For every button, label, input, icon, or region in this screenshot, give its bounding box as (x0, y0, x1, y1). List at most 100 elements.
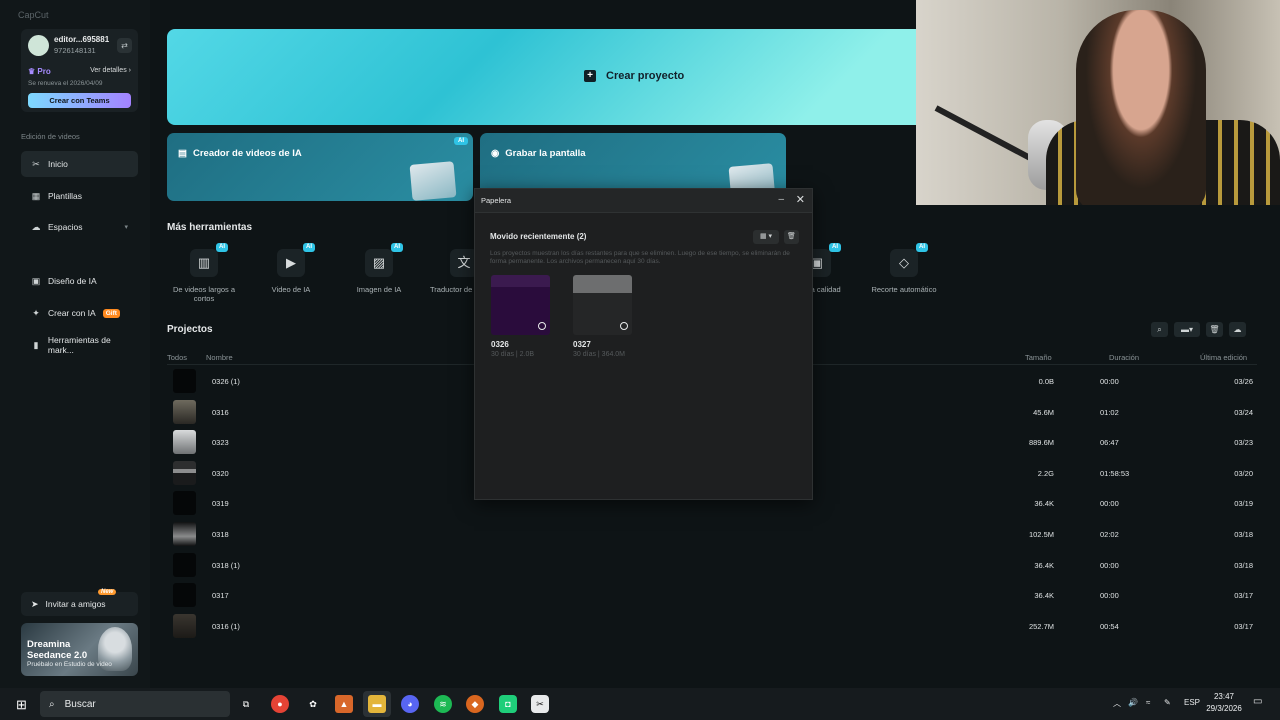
view-details-link[interactable]: Ver detalles › (90, 67, 131, 74)
avatar[interactable] (28, 35, 49, 56)
project-duration: 01:58:53 (1100, 468, 1130, 478)
volume-icon[interactable]: 🔊 (1128, 698, 1138, 707)
table-row[interactable]: 0318 102.5M 02:02 03/18 (167, 519, 1257, 549)
dreamina-promo-banner[interactable]: Dreamina Seedance 2.0 Pruébalo en Estudi… (21, 623, 138, 676)
spotify-icon[interactable]: ≋ (434, 695, 452, 713)
date: 29/3/2026 (1206, 704, 1242, 713)
sidebar: CapCut editor...695881 9726148131 ⇄ ♛ Pr… (0, 0, 150, 688)
card-title: ◉ Grabar la pantalla (491, 148, 586, 159)
language-indicator[interactable]: ESP (1184, 698, 1200, 707)
search-icon[interactable]: ⌕ (1151, 322, 1168, 337)
header-duration[interactable]: Duración (1109, 353, 1139, 362)
table-row[interactable]: 0318 (1) 36.4K 00:00 03/18 (167, 550, 1257, 580)
chevron-up-icon[interactable]: ︿ (1113, 698, 1121, 709)
trash-icon[interactable]: 🗑 (1206, 322, 1223, 337)
notification-icon[interactable]: ▭ (1253, 696, 1262, 707)
card-title: ▤ Creador de videos de IA (178, 148, 302, 159)
project-size: 36.4K (1034, 499, 1054, 509)
account-card[interactable]: editor...695881 9726148131 ⇄ ♛ Pro Ver d… (21, 29, 138, 112)
chat-app-icon[interactable]: ◘ (499, 695, 517, 713)
image-icon: ▨ AI (365, 243, 403, 277)
delete-all-icon[interactable]: 🗑 (784, 230, 799, 244)
crown-icon: ♛ (28, 67, 36, 76)
sidebar-item-inicio[interactable]: ✂ Inicio (21, 151, 138, 177)
windows-start-icon[interactable]: ⊞ (16, 697, 27, 713)
project-duration: 00:54 (1100, 621, 1119, 631)
promo-title: Dreamina Seedance 2.0 (27, 639, 88, 661)
chrome-icon[interactable]: ● (271, 695, 289, 713)
project-thumbnail (173, 369, 196, 393)
sidebar-item-label: Crear con IA (48, 308, 96, 318)
tool-auto-cutout[interactable]: ◇ AI Recorte automático (864, 243, 944, 294)
tool-ai-image[interactable]: ▨ AI Imagen de IA (339, 243, 419, 294)
file-explorer-icon[interactable]: ▬ (368, 695, 386, 713)
header-name[interactable]: Nombre (206, 353, 233, 362)
table-row[interactable]: 0316 (1) 252.7M 00:54 03/17 (167, 611, 1257, 641)
pen-icon[interactable]: ✎ (1164, 698, 1171, 707)
sidebar-item-plantillas[interactable]: ▦ Plantillas (21, 183, 138, 209)
time: 23:47 (1213, 692, 1235, 701)
switch-account-icon[interactable]: ⇄ (117, 38, 132, 53)
table-row[interactable]: 0317 36.4K 00:00 03/17 (167, 580, 1257, 610)
deleted-project-item[interactable]: 0326 30 días | 2.0B (491, 275, 551, 358)
select-radio[interactable] (538, 322, 546, 330)
sidebar-item-diseno-ia[interactable]: ▣ Diseño de IA (21, 268, 138, 294)
project-thumbnail (173, 522, 196, 546)
deleted-project-meta: 30 días | 364.0M (573, 351, 626, 358)
create-project-button[interactable]: + Crear proyecto (584, 70, 684, 82)
close-icon[interactable]: ✕ (796, 193, 805, 206)
clock[interactable]: 23:47 29/3/2026 (1203, 691, 1245, 715)
minimize-icon[interactable]: – (778, 194, 784, 205)
header-size[interactable]: Tamaño (1025, 353, 1052, 362)
account-id: 9726148131 (54, 46, 96, 55)
card-title-label: Creador de videos de IA (192, 148, 302, 159)
brave-icon[interactable]: ◆ (466, 695, 484, 713)
project-name: 0319 (212, 499, 229, 509)
project-duration: 06:47 (1100, 438, 1119, 448)
project-duration: 00:00 (1100, 560, 1119, 570)
tool-label: Imagen de IA (356, 285, 402, 294)
project-date: 03/20 (1234, 468, 1253, 478)
deleted-project-name: 0327 (573, 340, 591, 349)
app-icon[interactable]: ▲ (335, 695, 353, 713)
sidebar-item-label: Diseño de IA (48, 276, 97, 286)
task-view-icon[interactable]: ⧉ (237, 695, 255, 713)
chatgpt-icon[interactable]: ✿ (304, 695, 322, 713)
select-radio[interactable] (620, 322, 628, 330)
eraser-icon: ◇ AI (890, 243, 928, 277)
sidebar-item-crear-ia[interactable]: ✦ Crear con IA Gift (21, 300, 138, 326)
project-size: 0.0B (1038, 377, 1054, 386)
project-thumbnail (173, 399, 196, 424)
sidebar-item-espacios[interactable]: ☁ Espacios ▾ (21, 214, 138, 240)
project-date: 03/18 (1234, 560, 1253, 570)
view-toggle-icon[interactable]: ▬▾ (1174, 322, 1200, 337)
wifi-icon[interactable]: ≈ (1146, 698, 1150, 707)
grid-view-icon[interactable]: ▦ ▾ (753, 230, 779, 244)
capcut-icon[interactable]: ✂ (531, 695, 549, 713)
person (1076, 10, 1206, 205)
project-name: 0316 (1) (212, 621, 240, 631)
deleted-project-meta: 30 días | 2.0B (491, 351, 535, 358)
tool-translator[interactable]: 文 Traductor de (426, 249, 478, 294)
taskbar-search[interactable]: ⌕ Buscar (40, 691, 230, 717)
discord-icon[interactable]: ◕ (401, 695, 419, 713)
deleted-project-thumbnail (491, 275, 550, 335)
invite-friends-button[interactable]: ➤ Invitar a amigos New (21, 589, 138, 616)
cloud-icon: ☁ (31, 222, 41, 232)
cloud-upload-icon[interactable]: ☁ (1229, 322, 1246, 337)
ai-badge: AI (391, 243, 403, 252)
app-title: CapCut (18, 10, 49, 20)
tool-long-to-short[interactable]: ▥ AI De videos largos a cortos (164, 243, 244, 303)
project-thumbnail (173, 460, 196, 485)
deleted-project-item[interactable]: 0327 30 días | 364.0M (573, 275, 633, 358)
project-thumbnail (173, 613, 196, 638)
header-last-edit[interactable]: Última edición (1200, 353, 1247, 362)
header-all[interactable]: Todos (167, 353, 187, 362)
create-project-banner[interactable]: + Crear proyecto (167, 29, 927, 125)
project-duration: 00:00 (1100, 499, 1119, 509)
tool-ai-video[interactable]: ▶ AI Video de IA (251, 243, 331, 294)
teams-button[interactable]: Crear con Teams (28, 93, 131, 108)
tool-enhance-quality[interactable]: ▣ AI la calidad (803, 243, 854, 294)
ai-video-creator-card[interactable]: ▤ Creador de videos de IA AI (167, 133, 473, 201)
sidebar-item-marketing[interactable]: ▮ Herramientas de mark... (21, 332, 138, 358)
